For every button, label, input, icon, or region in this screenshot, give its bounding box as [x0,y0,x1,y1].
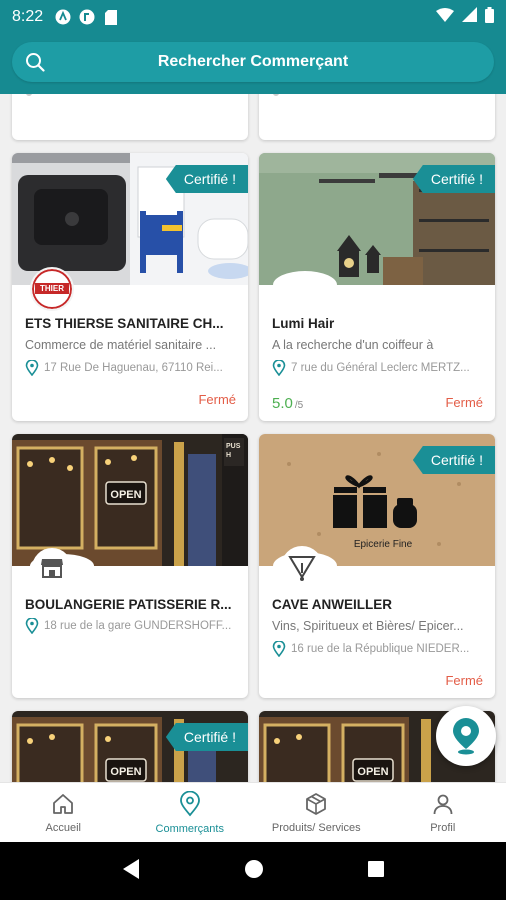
merchant-address: 17 Rue De Haguenau, 67110 Rei... [25,360,237,376]
certified-badge: Certifié ! [412,165,495,193]
location-pin-icon [25,618,39,634]
back-icon[interactable] [121,858,141,885]
merchant-name: CAVE ANWEILLER [272,597,392,612]
bottom-navigation: Accueil Commerçants Produits/ Services P… [0,782,506,842]
location-pin-icon [26,94,32,96]
map-view-button[interactable] [436,706,496,766]
nav-label: Produits/ Services [271,821,361,834]
recents-icon[interactable] [367,860,385,883]
rating-max: /5 [294,400,304,411]
sd-card-icon [103,9,119,25]
certified-badge: Certifié ! [165,165,248,193]
merchant-name: ETS THIERSE SANITAIRE CH... [25,316,224,331]
merchant-card[interactable]: Certifié ! THIER ETS THIERSE SANITAIRE C… [12,153,248,421]
push-sign-text: PUSH [226,443,241,459]
nav-commercants[interactable]: Commerçants [127,783,254,842]
merchant-card[interactable]: Certifié ! Lumi Hair A la recherche d'un… [259,153,495,421]
nav-profil[interactable]: Profil [380,783,506,842]
merchant-description: Commerce de matériel sanitaire ... [25,338,217,352]
opening-status: Fermé [198,392,236,407]
merchant-list[interactable]: Certifié ! THIER ETS THIERSE SANITAIRE C… [0,94,506,782]
image-caption: Epicerie Fine [353,539,413,550]
location-pin-icon [453,718,479,755]
merchant-address-text: 7 rue du Général Leclerc MERTZ... [291,362,470,374]
merchant-address-text: 16 rue de la République NIEDER... [291,643,470,655]
merchant-address: 7 rue du Général Leclerc MERTZ... [272,360,484,376]
merchant-card-partial[interactable] [12,94,248,140]
merchant-name: Lumi Hair [272,316,335,331]
app-notification-icon [55,9,71,25]
merchant-name: BOULANGERIE PATISSERIE R... [25,597,232,612]
merchant-logo-text: THIER [40,284,64,293]
box-icon [306,792,327,815]
nav-label: Commerçants [155,822,224,835]
status-time: 8:22 [12,8,44,25]
merchant-logo [281,546,323,588]
nav-label: Profil [430,821,456,834]
person-icon [433,794,453,814]
signal-icon [462,7,477,27]
merchant-card[interactable]: OPEN Certifié ! [12,711,248,782]
battery-icon [485,6,494,28]
merchant-rating: 5.0/5 [272,395,303,412]
merchant-description: A la recherche d'un coiffeur à [272,338,434,352]
nav-produits-services[interactable]: Produits/ Services [253,783,380,842]
nav-accueil[interactable]: Accueil [0,783,127,842]
rating-value: 5.0 [272,395,293,412]
merchant-address: 18 rue de la gare GUNDERSHOFF... [25,618,237,634]
merchant-logo [32,548,72,588]
certified-badge: Certifié ! [412,446,495,474]
nav-label: Accueil [45,821,81,834]
shop-sign-text: OPEN [357,766,389,778]
merchant-logo: THIER [30,267,74,311]
search-placeholder[interactable]: Rechercher Commerçant [12,53,494,71]
location-pin-icon [25,360,39,376]
location-pin-icon [272,641,286,657]
home-button-icon[interactable] [244,859,264,884]
system-navigation-bar [0,842,506,900]
location-pin-icon [179,790,200,816]
merchant-description: Vins, Spiritueux et Bières/ Epicer... [272,619,464,633]
location-pin-icon [272,360,286,376]
app-notification-icon-2 [79,9,95,25]
shop-sign-text: OPEN [110,766,142,778]
opening-status: Fermé [445,673,483,688]
merchant-address-text: 17 Rue De Haguenau, 67110 Rei... [44,362,223,374]
wifi-icon [436,7,454,27]
storefront-icon [41,559,63,578]
merchant-card[interactable]: OPEN PUSH BOULANGERIE PATISSERIE R... 18… [12,434,248,698]
opening-status: Fermé [445,395,483,410]
home-icon [53,793,74,814]
merchant-address-text: 18 rue de la gare GUNDERSHOFF... [44,620,232,632]
certified-badge: Certifié ! [165,723,248,751]
merchant-card[interactable]: Epicerie Fine Certifié ! CAVE ANWEILLER … [259,434,495,698]
merchant-address: 16 rue de la République NIEDER... [272,641,484,657]
shop-sign-text: OPEN [110,489,142,501]
merchant-card-partial[interactable] [259,94,495,140]
search-icon[interactable] [25,52,45,77]
status-bar: 8:22 [0,0,506,34]
search-bar[interactable]: Rechercher Commerçant [12,42,494,82]
app-header: Rechercher Commerçant [0,34,506,94]
location-pin-icon [273,94,279,96]
